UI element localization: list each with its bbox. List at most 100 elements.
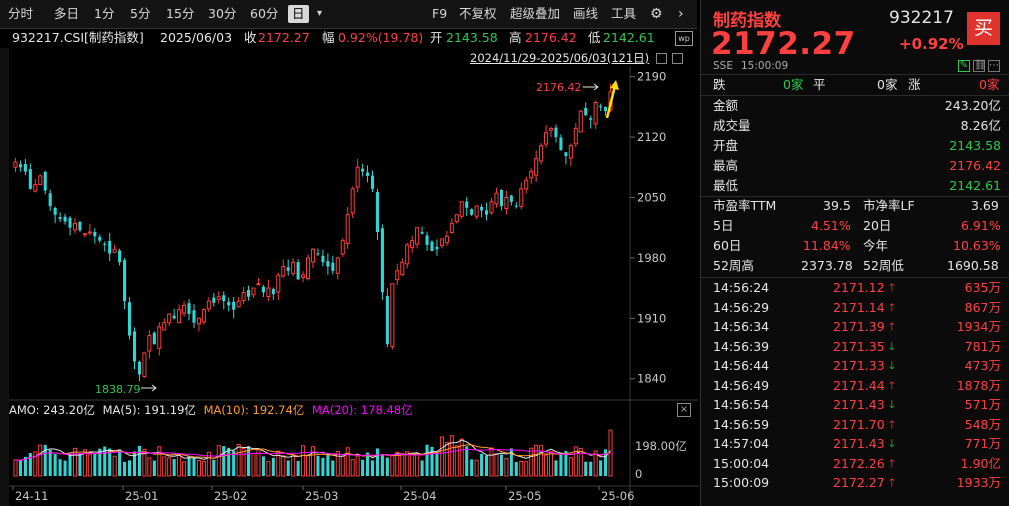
adjust-button[interactable]: 不复权 [459,5,497,23]
period-tab-15min[interactable]: 15分 [166,5,194,23]
volume-bar [578,448,583,477]
volume-bar [326,455,330,476]
volume-bar [449,435,454,477]
volume-bar [87,453,92,477]
settings-gear-icon[interactable]: ⚙ [650,5,663,23]
up-arrow-icon: 🡑 [889,378,895,392]
period-tab-60min[interactable]: 60分 [250,5,278,23]
candle-body [529,171,534,179]
stat-label: 开盘 [713,138,739,153]
index-code-name: 932217.CSI[制药指数] [12,30,144,45]
period-tab-day[interactable]: 日 [288,5,309,23]
candle-body [18,164,22,168]
volume-bar [222,446,226,476]
candle-body [38,175,43,186]
range-minus-icon[interactable] [655,53,667,64]
draw-button[interactable]: 画线 [573,5,598,23]
candle-body [247,289,251,297]
wp-icon[interactable]: wp [675,31,693,46]
open-value: 2143.58 [446,30,498,45]
down-arrow-icon: 🡓 [889,359,895,372]
candle-body [474,205,479,217]
down-arrow-icon: 🡓 [889,339,895,353]
volume-bar [430,446,434,476]
volume-bar [519,460,524,477]
candle-body [103,243,107,245]
edit-icon[interactable]: ✎ [958,60,970,72]
tick-price: 2171.39 [833,319,885,334]
candle-body [589,118,593,120]
period-dropdown-icon[interactable]: ▾ [317,5,322,23]
d5-label: 5日 [713,218,734,233]
volume-bar [182,461,187,477]
more-icon[interactable]: ⋯ [988,60,1000,72]
candle-body [23,163,27,172]
volume-bar [345,447,350,477]
period-tab-5min[interactable]: 5分 [130,5,150,23]
candle-body [123,260,127,302]
volume-bar [137,445,141,476]
tick-price: 2171.35 [833,338,885,354]
stat-value: 2143.58 [949,138,1001,153]
volume-bar [340,455,345,477]
down-arrow-icon: 🡓 [889,398,895,411]
period-tab-intraday[interactable]: 分时 [8,5,33,23]
candle-body [499,190,503,207]
x-tick-label: 25-04 [403,489,436,503]
volume-bar [127,460,132,476]
volume-bar [584,461,588,476]
date-range-label[interactable]: 2024/11/29-2025/06/03(121日) [470,50,684,66]
period-tab-30min[interactable]: 30分 [208,5,236,23]
candle-body [425,235,429,245]
tick-price: 2172.27 [833,475,885,490]
tick-time: 14:56:59 [713,416,770,432]
candle-body [430,241,434,251]
candle-body [182,304,187,314]
collapse-arrow-icon[interactable]: › [678,5,684,23]
period-tab-multiday[interactable]: 多日 [54,5,79,23]
tools-button[interactable]: 工具 [611,5,636,23]
close-indicator-icon[interactable]: × [677,403,691,417]
link-icon[interactable]: ⛓ [973,60,987,72]
y-tick-label: 1840 [637,372,666,386]
candle-body [142,352,147,377]
candle-body [162,322,167,331]
candle-body [78,222,82,231]
volume-bar [435,451,439,476]
y-tick-label: 2050 [637,190,666,204]
ma10-value: MA(10): 192.74亿 [203,403,305,417]
candle-body [380,228,384,293]
candle-body [98,236,102,241]
valuation-row-3: 60日 11.84% 今年 10.63% [713,236,1001,256]
tick-row: 14:56:59 2171.70 🡑 548万 [713,416,1001,435]
candle-body [548,127,554,131]
d60-label: 60日 [713,238,742,253]
volume-bar [489,447,494,477]
tick-row: 15:00:09 2172.27 🡑 1933万 [713,474,1001,493]
candle-body [449,222,454,233]
candles-group [13,83,613,382]
flat-label: 平 [813,77,826,92]
volume-bar [539,445,544,477]
tick-price: 2171.70 [833,416,885,432]
buy-button[interactable]: 买 [967,12,1000,45]
y-tick-label: 2190 [637,70,666,84]
open-label: 开 [430,30,443,45]
volume-bar [281,455,286,477]
candle-body [227,301,231,306]
volume-bar [385,457,389,476]
volume-bar [321,457,325,476]
volume-bar [192,457,196,476]
candle-body [350,188,355,214]
f9-button[interactable]: F9 [432,5,447,23]
quote-time: 15:00:09 [741,60,789,72]
candlestick-chart[interactable]: 2190 2120 2050 1980 1910 1840 198.00亿 0 24-11 25… [9,66,699,506]
left-side-tab-strip[interactable] [0,48,9,506]
range-plus-icon[interactable] [672,53,684,64]
volume-bar [296,460,300,476]
volume-bar [271,457,275,476]
overlay-button[interactable]: 超级叠加 [510,5,560,23]
volume-bar [548,451,554,477]
period-tab-1min[interactable]: 1分 [94,5,114,23]
volume-bar [266,460,271,477]
